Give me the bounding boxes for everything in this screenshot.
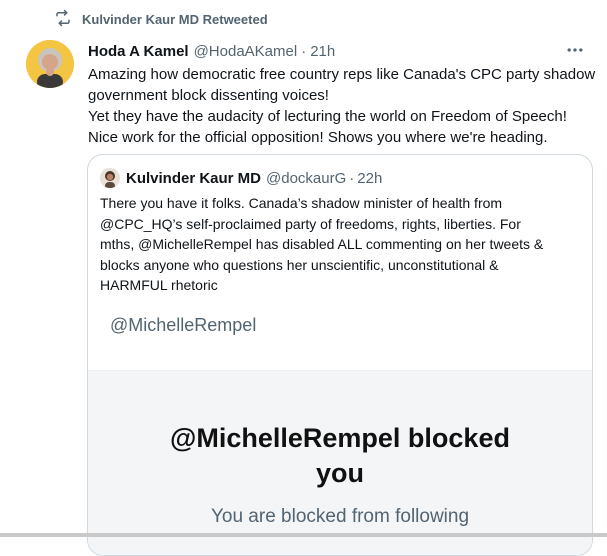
quoted-avatar[interactable]: [100, 168, 120, 188]
separator-dot: ·: [349, 169, 355, 187]
quoted-tweet-text: There you have it folks. Canada’s shadow…: [100, 193, 580, 296]
author-handle[interactable]: @HodaAKamel: [194, 43, 298, 60]
window-bottom-edge: [0, 533, 607, 537]
more-icon[interactable]: [563, 40, 587, 60]
tweet-timestamp[interactable]: 21h: [310, 43, 335, 60]
quoted-tweet-header: Kulvinder Kaur MD @dockaurG · 22h: [100, 167, 382, 189]
blocked-screenshot-image[interactable]: @MichelleRempel blocked you You are bloc…: [88, 370, 592, 555]
quoted-author-handle[interactable]: @dockaurG: [266, 170, 346, 187]
tweet-text-line: government block dissenting voices!: [88, 87, 329, 104]
blocked-title-line: you: [315, 458, 364, 488]
blocked-subtitle: You are blocked from following: [210, 506, 470, 527]
tweet-text-line: Yet they have the audacity of lecturing …: [88, 108, 567, 125]
blocked-title: @MichelleRempel blocked you: [88, 421, 592, 491]
retweet-icon: [54, 9, 72, 30]
tweet-text-line: Nice work for the official opposition! S…: [88, 129, 548, 146]
quoted-text-line: @CPC_HQ’s self-proclaimed party of freed…: [100, 215, 521, 232]
author-name[interactable]: Hoda A Kamel: [88, 43, 189, 60]
quoted-text-line: blocks anyone who questions her unscient…: [100, 256, 499, 273]
quoted-tweet[interactable]: Kulvinder Kaur MD @dockaurG · 22h There …: [87, 154, 593, 556]
image-mention-text: @MichelleRempel: [110, 315, 257, 335]
tweet-header: Hoda A Kamel @HodaAKamel · 21h: [88, 40, 587, 62]
quoted-timestamp[interactable]: 22h: [357, 170, 382, 187]
tweet-text: Amazing how democratic free country reps…: [88, 64, 596, 148]
separator-dot: ·: [301, 42, 307, 60]
retweet-indicator[interactable]: Kulvinder Kaur MD Retweeted: [54, 9, 268, 29]
quoted-text-line: HARMFUL rhetoric: [100, 277, 218, 293]
quoted-text-line: mths, @MichelleRempel has disabled ALL c…: [100, 236, 544, 252]
quoted-text-line: There you have it folks. Canada’s shadow…: [100, 195, 503, 211]
blocked-title-line: @MichelleRempel blocked: [170, 423, 510, 453]
retweet-label: Kulvinder Kaur MD Retweeted: [82, 11, 268, 27]
avatar[interactable]: [26, 40, 74, 88]
tweet-text-line: Amazing how democratic free country reps…: [88, 66, 596, 83]
quoted-author-name[interactable]: Kulvinder Kaur MD: [126, 170, 261, 187]
